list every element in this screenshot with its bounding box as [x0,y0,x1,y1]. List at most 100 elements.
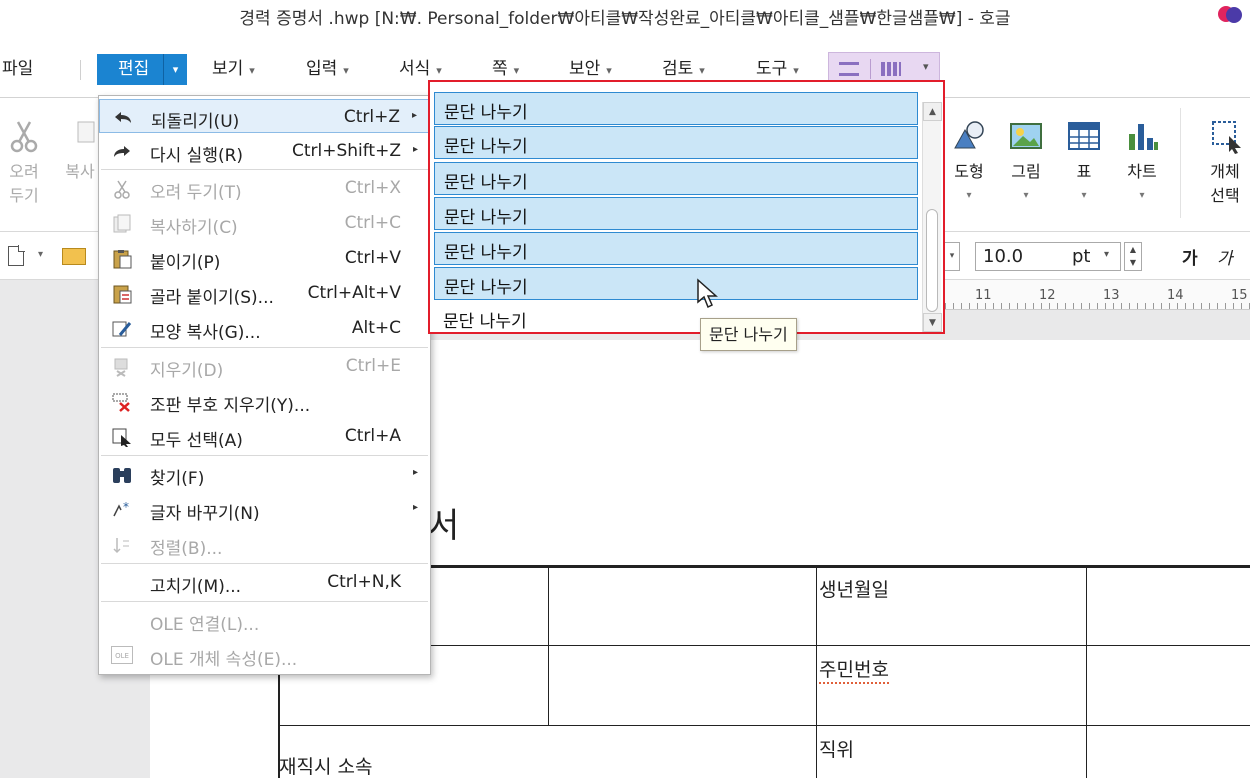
chevron-down-icon[interactable]: ▾ [38,249,43,260]
open-folder-icon[interactable] [62,248,86,265]
chart-tool[interactable]: 차트 ▾ [1120,118,1164,208]
submenu-arrow-icon: ▸ [412,144,418,155]
menu-item-redo[interactable]: 다시 실행(R) Ctrl+Shift+Z ▸ [99,134,430,168]
italic-button[interactable]: 가 [1217,244,1233,269]
menu-item-label: 붙이기(P) [150,253,221,273]
chevron-down-icon[interactable]: ▾ [944,242,960,271]
undo-history-item[interactable]: 문단 나누기 [434,267,918,300]
new-document-icon[interactable] [8,245,25,266]
bold-button[interactable]: 가 [1182,244,1198,269]
copy-tool[interactable]: 복사 [62,118,98,184]
chevron-down-icon[interactable]: ▾ [923,60,929,73]
cut-tool[interactable]: 오려 두기 [4,118,44,208]
menu-item-erase-codes[interactable]: 조판 부호 지우기(Y)... [99,384,430,418]
menu-edit-label: 편집 [118,59,150,79]
menu-item-select-all[interactable]: 모두 선택(A) Ctrl+A [99,419,430,453]
chevron-down-icon: ▾ [513,64,520,77]
menu-item-sort[interactable]: 정렬(B)... [99,527,430,561]
menu-item-label: 글자 바꾸기(N) [150,504,260,524]
shape-label: 도형 [954,162,984,181]
object-select-tool[interactable]: 개체 선택 [1202,118,1248,208]
table-icon [1068,122,1100,150]
undo-history-scrollbar[interactable]: ▲ ▼ [922,102,942,332]
menu-security-label: 보안 [569,59,601,79]
menu-insert[interactable]: 입력 ▾ [306,54,349,84]
chevron-down-icon: ▾ [436,64,442,77]
menu-item-fix[interactable]: 고치기(M)... Ctrl+N,K [99,565,430,599]
font-size-stepper[interactable]: ▲ ▼ [1124,242,1142,271]
menu-review-label: 검토 [662,59,694,79]
ruler-tick: 11 [975,288,992,303]
copy-icon [77,121,95,143]
undo-history-item[interactable]: 문단 나누기 [434,197,918,230]
undo-history-item[interactable]: 문단 나누기 [434,92,918,125]
menu-item-label: 골라 붙이기(S)... [150,288,274,308]
undo-history-item[interactable]: 문단 나누기 [434,232,918,265]
menu-item-ole-properties[interactable]: OLE OLE 개체 속성(E)... [99,638,430,672]
cell-birth-label[interactable]: 생년월일 [819,575,889,602]
mouse-cursor-icon [697,278,718,309]
menu-item-label: OLE 개체 속성(E)... [150,650,298,670]
picture-icon [1010,123,1042,149]
menu-item-shortcut: Ctrl+Shift+Z [291,141,401,161]
cell-resident-no-label[interactable]: 주민번호 [819,655,889,684]
undo-history-label: 문단 나누기 [444,208,528,228]
submenu-arrow-icon: ▸ [411,110,417,121]
menu-item-paste[interactable]: 붙이기(P) Ctrl+V [99,241,430,275]
menu-item-find[interactable]: 찾기(F) ▸ [99,457,430,491]
scroll-up-icon[interactable]: ▲ [923,102,942,121]
menu-item-undo[interactable]: 되돌리기(U) Ctrl+Z ▸ [99,99,430,133]
undo-history-item[interactable]: 문단 나누기 [434,162,918,195]
tooltip: 문단 나누기 [700,318,797,351]
copy-label: 복사 [65,162,95,181]
menu-item-shortcut: Ctrl+Z [343,107,400,127]
chevron-down-icon: ▾ [793,64,799,77]
menu-item-erase[interactable]: 지우기(D) Ctrl+E [99,349,430,383]
table-style-icon[interactable] [839,62,859,76]
menu-item-cut[interactable]: 오려 두기(T) Ctrl+X [99,171,430,205]
menu-item-label: 복사하기(C) [150,218,238,238]
menu-item-copy[interactable]: 복사하기(C) Ctrl+C [99,206,430,240]
menu-item-label: 다시 실행(R) [150,146,244,166]
shape-tool[interactable]: 도형 ▾ [948,118,990,208]
menu-view[interactable]: 보기 ▾ [212,54,255,84]
table-label: 표 [1076,162,1092,181]
table-tool[interactable]: 표 ▾ [1064,118,1104,208]
scroll-down-icon[interactable]: ▼ [923,313,942,332]
font-size-field[interactable]: 10.0 pt ▾ [975,242,1121,271]
menu-separator [101,601,428,602]
menu-item-label: 정렬(B)... [150,539,223,559]
undo-history-item[interactable]: 문단 나누기 [434,126,918,159]
menu-item-format-copy[interactable]: 모양 복사(G)... Alt+C [99,311,430,345]
chart-icon [1129,124,1158,150]
undo-history-label: 문단 나누기 [443,312,527,332]
menu-separator [101,169,428,170]
menu-file[interactable]: 파일 [2,54,33,84]
document-title: 서 [428,506,460,546]
menu-item-char-change[interactable]: * 글자 바꾸기(N) ▸ [99,492,430,526]
menu-edit[interactable]: 편집 ▾ [97,54,187,85]
submenu-arrow-icon: ▸ [412,502,418,513]
erase-codes-icon [112,393,130,412]
menu-item-label: 조판 부호 지우기(Y)... [150,396,311,416]
menu-view-label: 보기 [212,59,244,79]
scissors-icon [10,121,38,153]
ruler-tick: 15 [1231,288,1248,303]
menu-item-label: 찾기(F) [150,469,205,489]
scrollbar-thumb[interactable] [926,209,938,312]
table-border [278,725,1250,726]
table-grid-icon[interactable] [881,62,901,76]
chevron-down-icon[interactable]: ▾ [1104,249,1109,260]
menu-item-ole-link[interactable]: OLE 연결(L)... [99,603,430,637]
chevron-down-icon[interactable]: ▾ [163,54,187,85]
menu-item-label: 모양 복사(G)... [150,323,261,343]
font-size-value: 10.0 [983,246,1024,267]
cut-label-1: 오려 [9,162,39,181]
paste-icon [113,250,132,269]
cell-position-label[interactable]: 직위 [819,735,854,762]
menu-item-paste-special[interactable]: 골라 붙이기(S)... Ctrl+Alt+V [99,276,430,310]
menu-separator [101,455,428,456]
cell-affiliation-label[interactable]: 재직시 소속 [279,752,372,778]
picture-tool[interactable]: 그림 ▾ [1004,118,1048,208]
undo-history-item[interactable]: 문단 나누기 [434,303,918,333]
